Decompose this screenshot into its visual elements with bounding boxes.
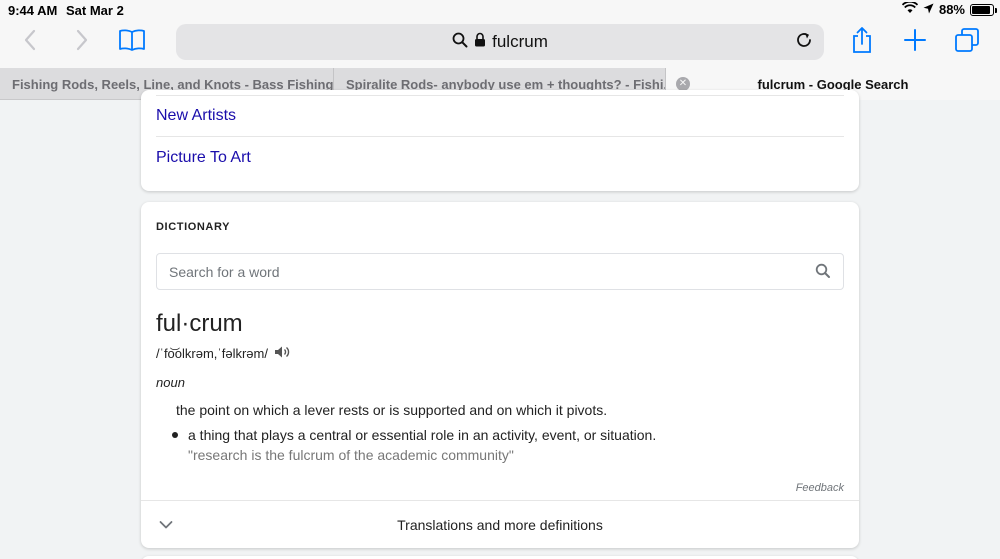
speaker-icon[interactable] bbox=[274, 345, 290, 362]
bookmarks-icon bbox=[118, 28, 146, 57]
pronunciation: /ˈfo͝olkrəm,ˈfəlkrəm/ bbox=[156, 345, 290, 362]
tabs-icon bbox=[954, 27, 980, 58]
status-time: 9:44 AM bbox=[8, 3, 58, 18]
search-placeholder: Search for a word bbox=[169, 263, 280, 280]
battery-icon bbox=[970, 3, 997, 16]
status-right: 88% bbox=[901, 0, 997, 17]
address-bar[interactable]: fulcrum bbox=[176, 24, 824, 60]
address-center: fulcrum bbox=[176, 24, 824, 60]
back-button[interactable] bbox=[12, 24, 48, 60]
more-definitions-label: Translations and more definitions bbox=[397, 516, 603, 533]
close-tab-icon[interactable]: ✕ bbox=[676, 77, 690, 91]
search-icon[interactable] bbox=[815, 263, 831, 282]
forward-icon bbox=[75, 29, 89, 56]
related-searches-card: New Artists Picture To Art bbox=[141, 90, 859, 191]
definition-2-example: "research is the fulcrum of the academic… bbox=[188, 447, 514, 463]
wifi-icon bbox=[901, 0, 919, 17]
status-date: Sat Mar 2 bbox=[66, 3, 124, 18]
more-definitions-row[interactable]: Translations and more definitions bbox=[141, 500, 859, 548]
bookmarks-button[interactable] bbox=[114, 24, 150, 60]
page-content: New Artists Picture To Art DICTIONARY Se… bbox=[0, 90, 1000, 559]
part-of-speech: noun bbox=[156, 375, 185, 390]
address-text: fulcrum bbox=[492, 32, 548, 51]
bullet-icon bbox=[172, 432, 178, 438]
related-link-new-artists[interactable]: New Artists bbox=[156, 95, 844, 137]
location-arrow-icon bbox=[923, 2, 934, 17]
chevron-down-icon bbox=[159, 517, 173, 533]
feedback-link[interactable]: Feedback bbox=[796, 482, 844, 494]
tabs-overview-button[interactable] bbox=[949, 24, 985, 60]
share-button[interactable] bbox=[844, 24, 880, 60]
word-search-input[interactable]: Search for a word bbox=[156, 253, 844, 290]
share-icon bbox=[851, 26, 873, 59]
battery-fill bbox=[972, 5, 990, 14]
browser-toolbar: fulcrum bbox=[0, 20, 1000, 68]
dictionary-heading: DICTIONARY bbox=[156, 221, 231, 233]
back-icon bbox=[23, 29, 37, 56]
related-link-picture-to-art[interactable]: Picture To Art bbox=[156, 137, 844, 179]
search-icon bbox=[452, 32, 468, 53]
reload-icon bbox=[795, 31, 813, 54]
battery-percent: 88% bbox=[938, 2, 965, 17]
reload-button[interactable] bbox=[790, 28, 818, 56]
dictionary-word: ful·crum bbox=[156, 310, 243, 337]
dictionary-card: DICTIONARY Search for a word ful·crum /ˈ… bbox=[141, 202, 859, 548]
forward-button[interactable] bbox=[64, 24, 100, 60]
new-tab-button[interactable] bbox=[897, 24, 933, 60]
phonetic-text: /ˈfo͝olkrəm,ˈfəlkrəm/ bbox=[156, 346, 268, 361]
definition-1: the point on which a lever rests or is s… bbox=[176, 402, 608, 418]
lock-icon bbox=[474, 32, 486, 52]
status-bar: 9:44 AM Sat Mar 2 88% bbox=[0, 0, 1000, 20]
new-tab-icon bbox=[904, 28, 926, 56]
definition-2: a thing that plays a central or essentia… bbox=[188, 427, 657, 443]
